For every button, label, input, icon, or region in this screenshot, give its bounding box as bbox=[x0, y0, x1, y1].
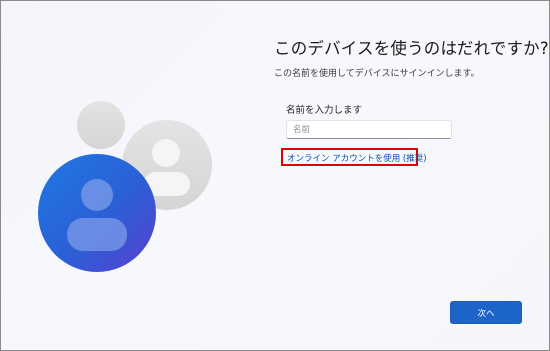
page-subtitle: この名前を使用してデバイスにサインインします。 bbox=[274, 69, 480, 79]
page-title: このデバイスを使うのはだれですか? bbox=[274, 39, 549, 58]
name-input[interactable] bbox=[286, 120, 452, 139]
name-field-label: 名前を入力します bbox=[286, 105, 363, 116]
users-illustration bbox=[38, 101, 212, 272]
setup-window: このデバイスを使うのはだれですか? この名前を使用してデバイスにサインインします… bbox=[0, 0, 550, 351]
background-avatar-small-icon bbox=[77, 101, 125, 149]
main-avatar-icon bbox=[38, 154, 156, 272]
online-account-link[interactable]: オンライン アカウントを使用 (推奨) bbox=[287, 152, 427, 164]
online-account-highlight: オンライン アカウントを使用 (推奨) bbox=[281, 148, 427, 166]
next-button[interactable]: 次へ bbox=[450, 301, 522, 324]
